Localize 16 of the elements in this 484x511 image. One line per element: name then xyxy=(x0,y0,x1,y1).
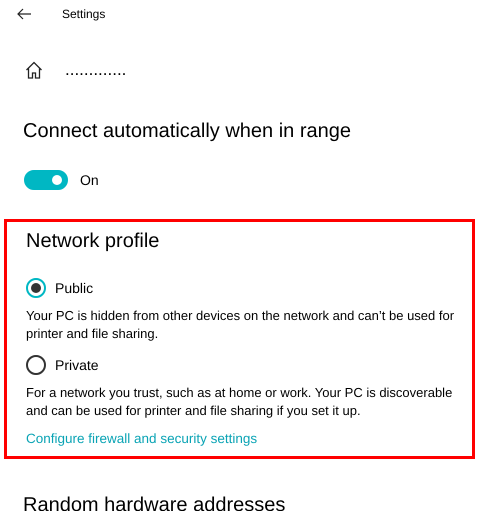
radio-button[interactable] xyxy=(26,278,46,298)
option-description: Your PC is hidden from other devices on the network and can’t be used for printer and file sharing. xyxy=(26,307,456,343)
section-heading: Network profile xyxy=(26,229,160,254)
page-title: ............. xyxy=(65,60,126,80)
radio-label: Private xyxy=(55,357,99,373)
settings-link[interactable]: Configure firewall and security settings xyxy=(26,431,258,446)
radio-button[interactable] xyxy=(26,355,46,375)
section-heading: Connect automatically when in range xyxy=(23,119,352,144)
option-description: For a network you trust, such as at home or work. Your PC is discoverable and can be used for printer and file sharing if you set it up. xyxy=(26,384,454,420)
home-icon[interactable] xyxy=(25,61,43,79)
window-title: Settings xyxy=(62,7,106,21)
toggle-label: On xyxy=(80,172,99,188)
toggle-switch[interactable] xyxy=(24,170,68,190)
section-heading: Random hardware addresses xyxy=(23,493,286,511)
radio-label: Public xyxy=(55,280,94,296)
back-icon[interactable] xyxy=(16,8,32,20)
